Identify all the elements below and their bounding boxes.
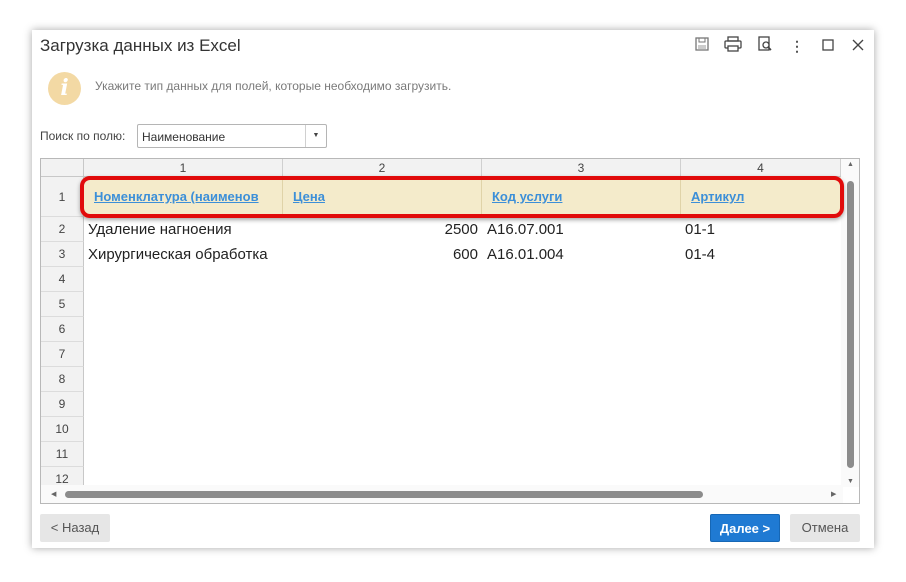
field-header-article[interactable]: Артикул	[681, 177, 841, 217]
horizontal-scroll-thumb[interactable]	[65, 491, 703, 498]
search-field-select[interactable]: Наименование ▼	[137, 124, 327, 148]
table-cell[interactable]: 2500	[283, 217, 478, 242]
close-icon[interactable]	[848, 36, 868, 56]
row-number[interactable]: 1	[41, 177, 84, 217]
info-icon: i	[48, 72, 81, 105]
more-icon[interactable]: ⋮	[787, 36, 807, 56]
row-number[interactable]: 11	[41, 442, 84, 467]
search-field-value: Наименование	[142, 130, 226, 144]
save-icon[interactable]	[692, 36, 712, 56]
row-number[interactable]: 2	[41, 217, 84, 242]
vertical-scroll-thumb[interactable]	[847, 181, 854, 468]
cancel-button[interactable]: Отмена	[790, 514, 860, 542]
back-button[interactable]: < Назад	[40, 514, 110, 542]
field-header-price[interactable]: Цена	[283, 177, 482, 217]
table-cell[interactable]: Удаление нагноения	[88, 217, 280, 242]
table-cell[interactable]: 01-4	[685, 242, 835, 267]
horizontal-scrollbar[interactable]: ◀ ▶	[41, 485, 843, 503]
table-cell[interactable]: A16.07.001	[487, 217, 677, 242]
next-button[interactable]: Далее >	[710, 514, 780, 542]
vertical-scrollbar[interactable]: ▲ ▼	[841, 159, 859, 487]
maximize-icon[interactable]	[818, 36, 838, 56]
row-number[interactable]: 6	[41, 317, 84, 342]
dialog-title: Загрузка данных из Excel	[40, 36, 241, 55]
scroll-left-icon[interactable]: ◀	[51, 490, 56, 498]
table-cell[interactable]: A16.01.004	[487, 242, 677, 267]
row-number[interactable]: 9	[41, 392, 84, 417]
field-header-nomenclature[interactable]: Номенклатура (наименов	[84, 177, 283, 217]
data-table[interactable]: 1 2 3 4 1 Номенклатура (наименов Цена Ко…	[40, 158, 860, 504]
table-cell[interactable]: 01-1	[685, 217, 835, 242]
field-header-service-code[interactable]: Код услуги	[482, 177, 681, 217]
table-cell[interactable]: Хирургическая обработка	[88, 242, 283, 267]
print-icon[interactable]	[723, 36, 743, 56]
search-label: Поиск по полю:	[40, 129, 126, 143]
preview-icon[interactable]	[755, 36, 775, 56]
row-number[interactable]: 3	[41, 242, 84, 267]
column-number[interactable]: 2	[283, 159, 482, 177]
column-number[interactable]: 1	[84, 159, 283, 177]
column-number[interactable]: 3	[482, 159, 681, 177]
row-number[interactable]: 5	[41, 292, 84, 317]
info-message: Укажите тип данных для полей, которые не…	[95, 79, 452, 93]
table-cell[interactable]: 600	[283, 242, 478, 267]
chevron-down-icon[interactable]: ▼	[305, 125, 326, 147]
row-number[interactable]: 8	[41, 367, 84, 392]
row-number[interactable]: 10	[41, 417, 84, 442]
row-number[interactable]: 4	[41, 267, 84, 292]
scroll-right-icon[interactable]: ▶	[831, 490, 836, 498]
column-number[interactable]: 4	[681, 159, 841, 177]
table-corner	[41, 159, 84, 177]
import-dialog: Загрузка данных из Excel ⋮ i Укажите тип…	[32, 30, 874, 548]
row-number[interactable]: 7	[41, 342, 84, 367]
scroll-up-icon[interactable]: ▲	[847, 161, 854, 168]
scroll-down-icon[interactable]: ▼	[847, 478, 854, 485]
